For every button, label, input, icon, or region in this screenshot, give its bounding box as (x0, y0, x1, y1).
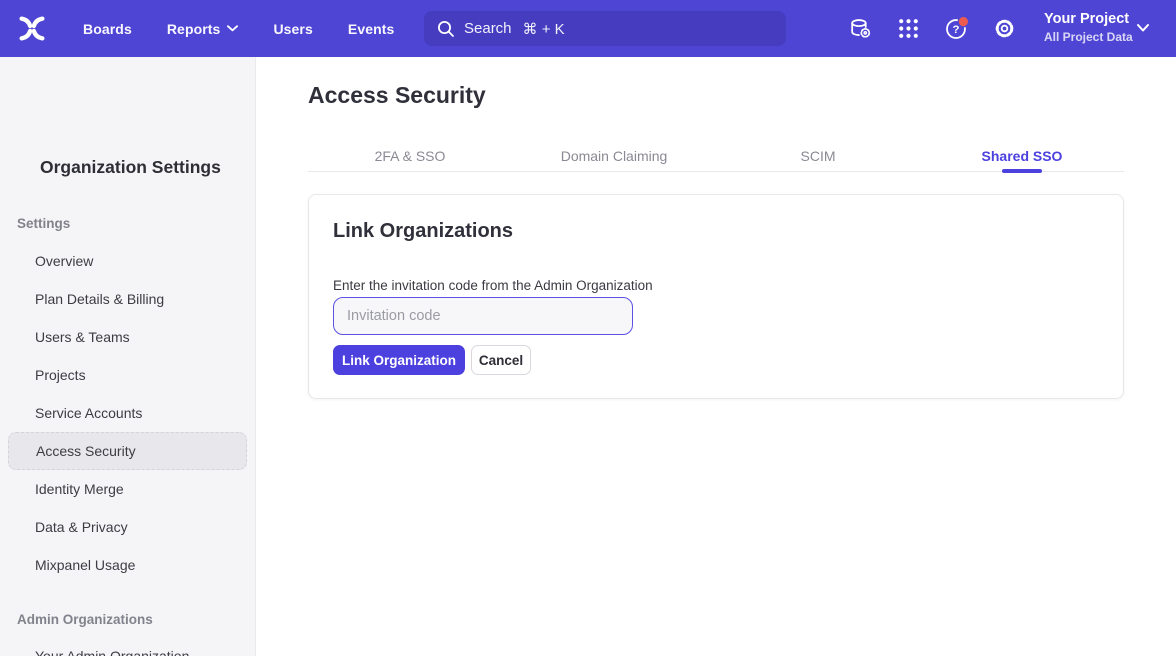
link-organizations-card: Link Organizations Enter the invitation … (308, 194, 1124, 399)
sidebar: Organization Settings Settings Overview … (0, 57, 256, 656)
search-input[interactable]: Search ⌘ + K (424, 11, 786, 46)
nav-item-label: Boards (83, 21, 132, 37)
sidebar-section-settings-label: Settings (17, 216, 70, 231)
sidebar-item-projects[interactable]: Projects (0, 356, 255, 394)
invitation-code-input[interactable] (333, 297, 633, 335)
nav-item-label: Users (273, 21, 312, 37)
sidebar-item-label: Service Accounts (35, 405, 142, 421)
nav-item-label: Events (348, 21, 395, 37)
sidebar-section-admin-label: Admin Organizations (17, 612, 153, 627)
tab-label: Domain Claiming (561, 148, 668, 164)
data-management-icon[interactable] (848, 16, 873, 41)
tab-2fa-sso[interactable]: 2FA & SSO (308, 140, 512, 171)
sidebar-item-label: Mixpanel Usage (35, 557, 135, 573)
sidebar-item-label: Identity Merge (35, 481, 124, 497)
sidebar-settings-items: Overview Plan Details & Billing Users & … (0, 242, 255, 584)
mixpanel-logo-icon[interactable] (17, 14, 47, 43)
sidebar-title: Organization Settings (40, 157, 221, 178)
svg-text:?: ? (952, 24, 959, 36)
search-placeholder: Search (464, 20, 512, 37)
sidebar-item-label: Projects (35, 367, 86, 383)
sidebar-item-plan-details-billing[interactable]: Plan Details & Billing (0, 280, 255, 318)
nav-item-boards[interactable]: Boards (83, 21, 132, 37)
nav-menu: Boards Reports Users Events (83, 0, 394, 57)
chevron-down-icon (227, 25, 238, 32)
page-title: Access Security (308, 82, 486, 109)
search-shortcut: ⌘ + K (523, 20, 565, 38)
sidebar-item-overview[interactable]: Overview (0, 242, 255, 280)
nav-item-events[interactable]: Events (348, 21, 395, 37)
sidebar-item-access-security[interactable]: Access Security (8, 432, 247, 470)
nav-icon-group: ? (848, 16, 1017, 41)
search-icon (437, 20, 455, 38)
cancel-button[interactable]: Cancel (471, 345, 531, 375)
nav-item-reports[interactable]: Reports (167, 21, 239, 37)
tab-label: Shared SSO (982, 148, 1063, 164)
sidebar-item-your-admin-organization[interactable]: Your Admin Organization (0, 637, 255, 656)
sidebar-item-service-accounts[interactable]: Service Accounts (0, 394, 255, 432)
settings-gear-icon[interactable] (992, 16, 1017, 41)
tab-bar: 2FA & SSO Domain Claiming SCIM Shared SS… (308, 140, 1124, 172)
tab-scim[interactable]: SCIM (716, 140, 920, 171)
notification-dot (959, 17, 968, 26)
tab-label: SCIM (801, 148, 836, 164)
top-nav: Boards Reports Users Events Search ⌘ + K (0, 0, 1176, 57)
sidebar-item-data-privacy[interactable]: Data & Privacy (0, 508, 255, 546)
tab-shared-sso[interactable]: Shared SSO (920, 140, 1124, 171)
sidebar-item-label: Users & Teams (35, 329, 130, 345)
chevron-down-icon (1136, 23, 1150, 33)
apps-grid-icon[interactable] (896, 16, 921, 41)
sidebar-item-label: Access Security (36, 443, 136, 459)
card-title: Link Organizations (333, 220, 513, 243)
help-icon[interactable]: ? (944, 16, 969, 41)
sidebar-item-label: Overview (35, 253, 93, 269)
sidebar-item-label: Your Admin Organization (35, 648, 189, 656)
tab-domain-claiming[interactable]: Domain Claiming (512, 140, 716, 171)
nav-item-label: Reports (167, 21, 221, 37)
active-tab-underline (1002, 169, 1042, 173)
link-organization-button[interactable]: Link Organization (333, 345, 465, 375)
sidebar-admin-items: Your Admin Organization (0, 637, 255, 656)
sidebar-item-label: Plan Details & Billing (35, 291, 164, 307)
sidebar-item-identity-merge[interactable]: Identity Merge (0, 470, 255, 508)
sidebar-item-mixpanel-usage[interactable]: Mixpanel Usage (0, 546, 255, 584)
sidebar-item-users-teams[interactable]: Users & Teams (0, 318, 255, 356)
main-content: Access Security 2FA & SSO Domain Claimin… (256, 57, 1176, 656)
tab-label: 2FA & SSO (375, 148, 446, 164)
nav-item-users[interactable]: Users (273, 21, 312, 37)
card-description: Enter the invitation code from the Admin… (333, 278, 653, 293)
sidebar-item-label: Data & Privacy (35, 519, 128, 535)
